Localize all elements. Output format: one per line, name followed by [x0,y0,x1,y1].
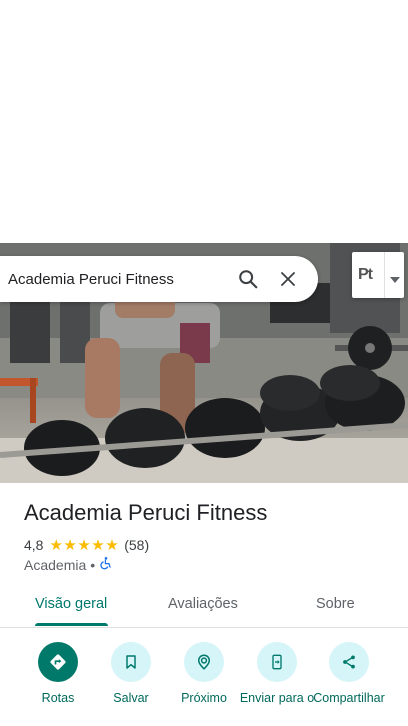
review-count: (58) [124,537,150,553]
directions-icon [38,642,78,682]
chevron-down-icon[interactable] [390,270,400,288]
tab-overview[interactable]: Visão geral [35,596,107,612]
place-category: Academia [24,556,87,573]
share-button[interactable]: Compartilhar [309,642,389,706]
directions-button[interactable]: Rotas [18,642,98,706]
tab-reviews[interactable]: Avaliações [168,596,238,612]
save-label: Salvar [113,691,149,705]
layer-label: Pt [358,266,373,283]
rating-row[interactable]: 4,8 ★★★★★ (58) [24,536,149,554]
rating-value: 4,8 [24,537,44,553]
map-layer-button[interactable]: Pt [352,252,404,298]
tab-about[interactable]: Sobre [316,596,355,612]
nearby-icon [184,642,224,682]
map-blank-area [0,0,408,243]
search-input[interactable]: Academia Peruci Fitness [8,271,228,288]
share-label: Compartilhar [313,691,385,705]
separator: • [90,556,96,573]
star-rating-icon: ★★★★★ [49,537,120,554]
send-to-phone-label: Enviar para o [239,691,315,705]
send-to-phone-icon [257,642,297,682]
share-icon [329,642,369,682]
send-to-phone-button[interactable]: Enviar para o [237,642,317,706]
tab-bar: Visão geral Avaliações Sobre [0,585,408,628]
wheelchair-icon [99,556,113,573]
directions-label: Rotas [41,691,75,705]
divider [384,252,385,298]
close-icon[interactable] [268,259,308,299]
search-bar[interactable]: Academia Peruci Fitness [0,256,318,302]
nearby-button[interactable]: Próximo [164,642,244,706]
category-row: Academia • [24,556,113,573]
search-icon[interactable] [228,259,268,299]
nearby-label: Próximo [181,691,227,705]
bookmark-icon [111,642,151,682]
tab-indicator [35,623,108,626]
save-button[interactable]: Salvar [91,642,171,706]
place-title: Academia Peruci Fitness [24,500,268,525]
